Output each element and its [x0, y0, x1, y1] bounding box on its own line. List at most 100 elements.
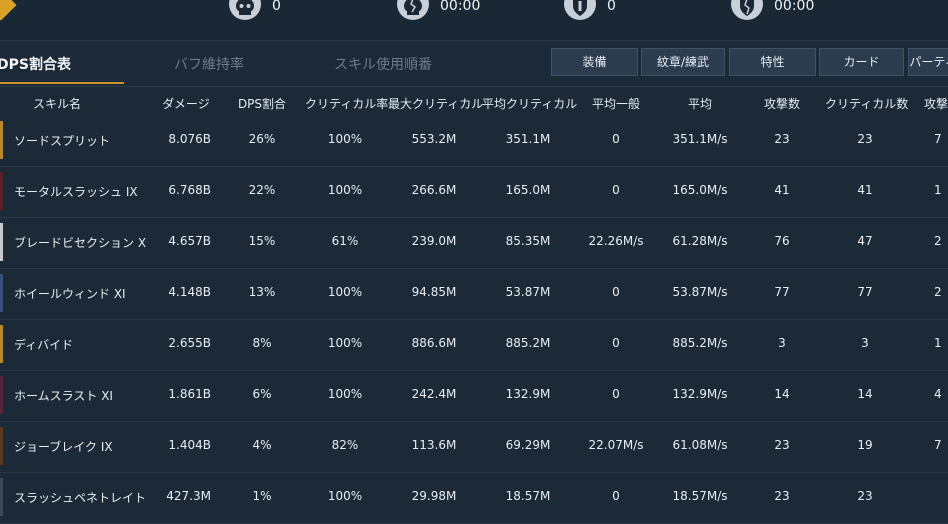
- cell-crit-count: 3: [861, 336, 869, 350]
- filter-cards-button[interactable]: カード: [819, 48, 904, 76]
- shield-crest-icon: [564, 0, 596, 20]
- column-header[interactable]: クリティカル数: [825, 95, 908, 112]
- tab-buff-uptime[interactable]: バフ維持率: [174, 54, 244, 74]
- cell-crit-rate: 61%: [331, 234, 359, 248]
- cell-max-crit: 266.6M: [411, 183, 457, 197]
- cell-max-crit: 113.6M: [411, 438, 457, 452]
- cell-avg-normal: 0: [612, 285, 620, 299]
- cell-dps-ratio: 22%: [248, 183, 276, 197]
- filter-equipment-button[interactable]: 装備: [551, 48, 638, 76]
- column-header[interactable]: スキル名: [33, 95, 81, 112]
- cell-skill-name: モータルスラッシュ IX: [14, 185, 138, 199]
- cell-skill-name: ジョーブレイク IX: [14, 440, 113, 454]
- cell-skill-name: ブレードビセクション X: [14, 236, 147, 250]
- stat-value: 0: [272, 0, 281, 14]
- table-row[interactable]: ディバイド 2.655B 8% 100% 886.6M 885.2M 0 885.2M/s 3 3…: [0, 319, 948, 371]
- cell-max-crit: 242.4M: [411, 387, 457, 401]
- table-row[interactable]: ホイールウィンド XI 4.148B 13% 100% 94.85M 53.87M 0 53.…: [0, 268, 948, 320]
- cell-damage: 4.657B: [168, 234, 211, 248]
- cell-crit-count: 47: [857, 234, 873, 248]
- cell-damage: 1.404B: [168, 438, 211, 452]
- cell-crit-rate: 82%: [331, 438, 359, 452]
- column-header[interactable]: 平均: [670, 95, 730, 112]
- cell-attack: 4: [934, 387, 942, 401]
- table-row[interactable]: ジョーブレイク IX 1.404B 4% 82% 113.6M 69.29M 22.07M/…: [0, 421, 948, 473]
- cell-crit-count: 77: [857, 285, 873, 299]
- cell-avg: 351.1M/s: [672, 132, 728, 146]
- cell-damage: 6.768B: [168, 183, 211, 197]
- cell-avg-crit: 132.9M: [505, 387, 551, 401]
- cell-attack: 7: [934, 438, 942, 452]
- cell-attack: 2: [934, 285, 942, 299]
- cell-avg-crit: 69.29M: [505, 438, 551, 452]
- cell-attack: 1: [934, 336, 942, 350]
- skill-accent-bar: [0, 325, 3, 363]
- stat-value: 00:00: [440, 0, 481, 14]
- table-row[interactable]: ブレードビセクション X 4.657B 15% 61% 239.0M 85.35M 22.2…: [0, 217, 948, 269]
- cell-skill-name: スラッシュペネトレイト: [14, 491, 147, 505]
- cell-avg-crit: 165.0M: [505, 183, 551, 197]
- skull-icon: [229, 0, 261, 20]
- cell-max-crit: 553.2M: [411, 132, 457, 146]
- cell-hit-count: 14: [774, 387, 790, 401]
- column-header[interactable]: 最大クリティカル: [388, 95, 483, 112]
- cell-avg-crit: 53.87M: [505, 285, 551, 299]
- cell-avg-crit: 885.2M: [505, 336, 551, 350]
- cell-max-crit: 29.98M: [411, 489, 457, 503]
- skill-accent-bar: [0, 121, 3, 159]
- cell-attack: 2: [934, 234, 942, 248]
- skill-accent-bar: [0, 223, 3, 261]
- stat-value: 0: [607, 0, 616, 14]
- filter-party-button[interactable]: パーティ: [908, 48, 948, 76]
- column-header[interactable]: 平均クリティカル: [482, 95, 577, 112]
- cell-avg-normal: 0: [612, 183, 620, 197]
- table-row[interactable]: ソードスプリット 8.076B 26% 100% 553.2M 351.1M 0 351.1M…: [0, 115, 948, 167]
- cell-avg-normal: 0: [612, 336, 620, 350]
- cell-damage: 1.861B: [168, 387, 211, 401]
- cell-attack: 7: [934, 132, 942, 146]
- skill-accent-bar: [0, 427, 3, 465]
- cell-damage: 427.3M: [166, 489, 211, 503]
- skill-accent-bar: [0, 376, 3, 414]
- cell-hit-count: 41: [774, 183, 790, 197]
- table-row[interactable]: モータルスラッシュ IX 6.768B 22% 100% 266.6M 165.0M 0 16…: [0, 166, 948, 218]
- cell-skill-name: ソードスプリット: [14, 134, 111, 148]
- filter-engraving-button[interactable]: 紋章/練武: [641, 48, 725, 76]
- cell-skill-name: ディバイド: [14, 338, 74, 352]
- cell-avg: 61.28M/s: [672, 234, 728, 248]
- tab-skill-order[interactable]: スキル使用順番: [334, 54, 432, 74]
- cell-crit-rate: 100%: [327, 183, 363, 197]
- cell-damage: 4.148B: [168, 285, 211, 299]
- table-row[interactable]: ホームスラスト XI 1.861B 6% 100% 242.4M 132.9M 0 132.9…: [0, 370, 948, 422]
- column-header[interactable]: ダメージ: [160, 95, 212, 112]
- skill-accent-bar: [0, 172, 3, 210]
- column-header[interactable]: 平均一般: [584, 95, 648, 112]
- diamond-marker-icon: [0, 0, 17, 21]
- cell-avg: 61.08M/s: [672, 438, 728, 452]
- active-tab-indicator: [0, 82, 124, 84]
- cell-avg-normal: 0: [612, 387, 620, 401]
- cell-max-crit: 239.0M: [411, 234, 457, 248]
- cell-avg: 18.57M/s: [672, 489, 728, 503]
- cell-crit-rate: 100%: [327, 285, 363, 299]
- stat-value: 00:00: [774, 0, 815, 14]
- divider: [0, 86, 948, 87]
- column-header[interactable]: 攻撃数: [752, 95, 812, 112]
- cell-max-crit: 94.85M: [411, 285, 457, 299]
- cell-hit-count: 77: [774, 285, 790, 299]
- shattered-skull-icon: [397, 0, 429, 20]
- column-header[interactable]: DPS割合: [230, 95, 294, 112]
- column-header[interactable]: 攻撃: [924, 95, 948, 112]
- filter-traits-button[interactable]: 特性: [729, 48, 816, 76]
- cell-avg-crit: 85.35M: [505, 234, 551, 248]
- cell-skill-name: ホイールウィンド XI: [14, 287, 126, 301]
- table-row[interactable]: スラッシュペネトレイト 427.3M 1% 100% 29.98M 18.57M 0 18.5…: [0, 472, 948, 524]
- cell-crit-count: 23: [857, 489, 873, 503]
- tab-dps-ratio[interactable]: DPS割合表: [0, 54, 71, 74]
- cell-crit-rate: 100%: [327, 132, 363, 146]
- cell-hit-count: 23: [774, 489, 790, 503]
- cell-crit-rate: 100%: [327, 336, 363, 350]
- cell-crit-count: 19: [857, 438, 873, 452]
- column-header[interactable]: クリティカル率: [305, 95, 388, 112]
- cell-dps-ratio: 4%: [252, 438, 272, 452]
